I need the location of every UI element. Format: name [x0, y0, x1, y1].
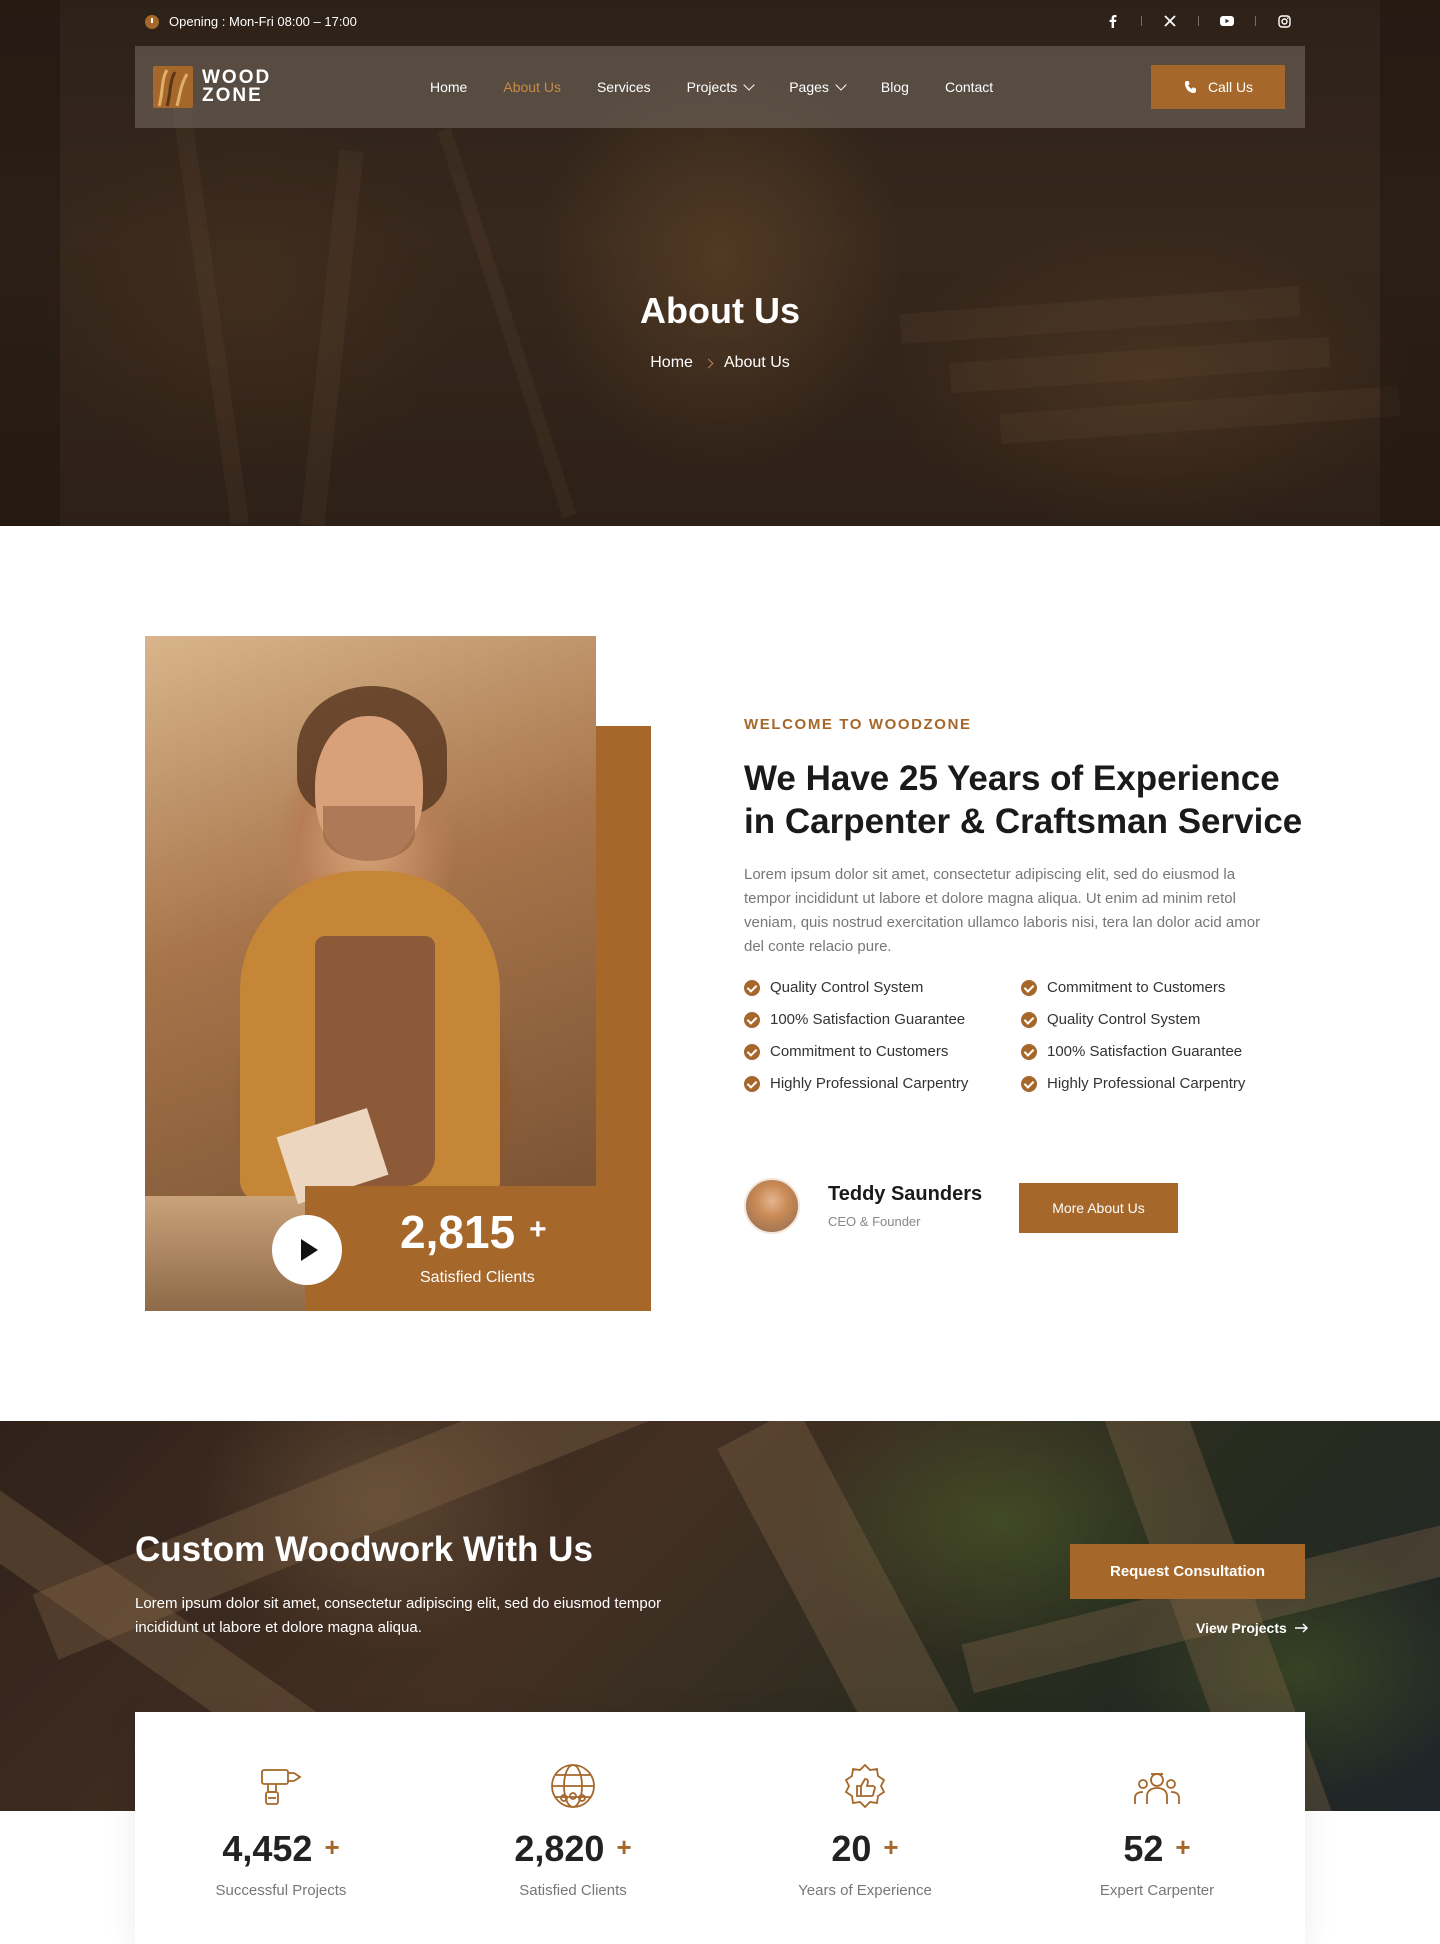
founder-name: Teddy Saunders	[828, 1183, 983, 1205]
check-circle-icon	[1021, 1011, 1037, 1028]
breadcrumb-home[interactable]: Home	[650, 354, 693, 372]
stat-caption: Satisfied Clients	[519, 1882, 627, 1899]
check-circle-icon	[744, 1011, 760, 1028]
stats-card: 4,452 + Successful Projects 2,820 + Satisf…	[135, 1712, 1305, 1944]
play-icon	[301, 1239, 318, 1261]
clients-count: 2,815 +	[400, 1206, 547, 1258]
about-heading: We Have 25 Years of Experience in Carpen…	[744, 759, 1303, 841]
check-circle-icon	[1021, 1075, 1037, 1092]
logo-text: WOOD ZONE	[202, 67, 272, 106]
nav-blog[interactable]: Blog	[881, 79, 909, 95]
view-projects-link[interactable]: View Projects	[1196, 1620, 1309, 1636]
logo-mark-icon	[153, 66, 193, 108]
stat-caption: Successful Projects	[215, 1882, 347, 1899]
stat-value: 2,820	[514, 1828, 605, 1869]
nav-home[interactable]: Home	[430, 79, 467, 95]
more-about-button[interactable]: More About Us	[1019, 1183, 1178, 1233]
feature-item: Highly Professional Carpentry	[1021, 1075, 1298, 1092]
site-logo[interactable]: WOOD ZONE	[153, 66, 271, 108]
check-circle-icon	[744, 979, 760, 996]
stat-caption: Years of Experience	[798, 1882, 932, 1899]
request-consultation-button[interactable]: Request Consultation	[1070, 1544, 1305, 1599]
call-us-button[interactable]: Call Us	[1151, 65, 1285, 109]
phone-icon	[1184, 80, 1196, 93]
stat-successful-projects: 4,452 + Successful Projects	[135, 1712, 427, 1944]
stat-satisfied-clients: 2,820 + Satisfied Clients	[427, 1712, 719, 1944]
feature-item: 100% Satisfaction Guarantee	[1021, 1043, 1298, 1060]
stat-value: 4,452	[222, 1828, 313, 1869]
instagram-icon[interactable]	[1276, 13, 1292, 29]
chevron-down-icon	[835, 78, 847, 91]
founder-role: CEO & Founder	[828, 1214, 921, 1229]
nav-pages[interactable]: Pages	[789, 78, 847, 95]
cta-description: Lorem ipsum dolor sit amet, consectetur …	[135, 1595, 662, 1636]
nav-links: Home About Us Services Projects Pages Bl…	[430, 46, 993, 128]
chevron-right-icon	[703, 358, 714, 368]
feature-item: Highly Professional Carpentry	[744, 1075, 1021, 1092]
social-links	[1105, 13, 1292, 29]
cta-heading: Custom Woodwork With Us	[135, 1530, 593, 1569]
main-navbar: WOOD ZONE Home About Us Services Project…	[135, 46, 1305, 128]
play-video-button[interactable]	[272, 1215, 342, 1285]
feature-item: 100% Satisfaction Guarantee	[744, 1011, 1021, 1028]
facebook-icon[interactable]	[1105, 13, 1121, 29]
stat-value: 20	[831, 1828, 872, 1869]
x-icon[interactable]	[1162, 13, 1178, 29]
page-title: About Us	[640, 290, 800, 331]
breadcrumb: Home About Us	[0, 354, 1440, 372]
about-content: WELCOME TO WOODZONE We Have 25 Years of …	[744, 716, 1304, 1092]
clock-icon	[145, 14, 159, 29]
feature-item: Quality Control System	[744, 979, 1021, 996]
opening-text: Opening : Mon-Fri 08:00 – 17:00	[169, 14, 357, 29]
check-circle-icon	[1021, 1043, 1037, 1060]
avatar	[744, 1178, 800, 1234]
top-bar: Opening : Mon-Fri 08:00 – 17:00	[0, 0, 1440, 44]
nav-contact[interactable]: Contact	[945, 79, 993, 95]
stat-caption: Expert Carpenter	[1099, 1882, 1215, 1899]
breadcrumb-current: About Us	[723, 354, 790, 371]
check-circle-icon	[1021, 979, 1037, 996]
feature-item: Quality Control System	[1021, 1011, 1298, 1028]
stat-years-experience: 20 + Years of Experience	[719, 1712, 1011, 1944]
arrow-right-icon	[1294, 1623, 1308, 1633]
check-circle-icon	[744, 1043, 760, 1060]
stat-value: 52	[1123, 1828, 1164, 1869]
founder-card: Teddy Saunders CEO & Founder	[744, 1178, 982, 1234]
opening-hours: Opening : Mon-Fri 08:00 – 17:00	[145, 14, 357, 29]
feature-list: Quality Control System Commitment to Cus…	[744, 979, 1304, 1092]
section-eyebrow: WELCOME TO WOODZONE	[744, 716, 972, 733]
feature-item: Commitment to Customers	[744, 1043, 1021, 1060]
youtube-icon[interactable]	[1219, 13, 1235, 29]
nav-projects[interactable]: Projects	[687, 78, 755, 95]
about-description: Lorem ipsum dolor sit amet, consectetur …	[744, 866, 1261, 955]
feature-item: Commitment to Customers	[1021, 979, 1298, 996]
team-icon	[1132, 1762, 1182, 1812]
nav-about-us[interactable]: About Us	[503, 79, 561, 95]
check-circle-icon	[744, 1075, 760, 1092]
drill-icon	[256, 1762, 306, 1812]
clients-label: Satisfied Clients	[420, 1269, 535, 1286]
nav-services[interactable]: Services	[597, 79, 651, 95]
chevron-down-icon	[743, 78, 755, 91]
stat-expert-carpenter: 52 + Expert Carpenter	[1011, 1712, 1303, 1944]
globe-users-icon	[548, 1762, 598, 1812]
badge-thumbs-up-icon	[840, 1762, 890, 1812]
